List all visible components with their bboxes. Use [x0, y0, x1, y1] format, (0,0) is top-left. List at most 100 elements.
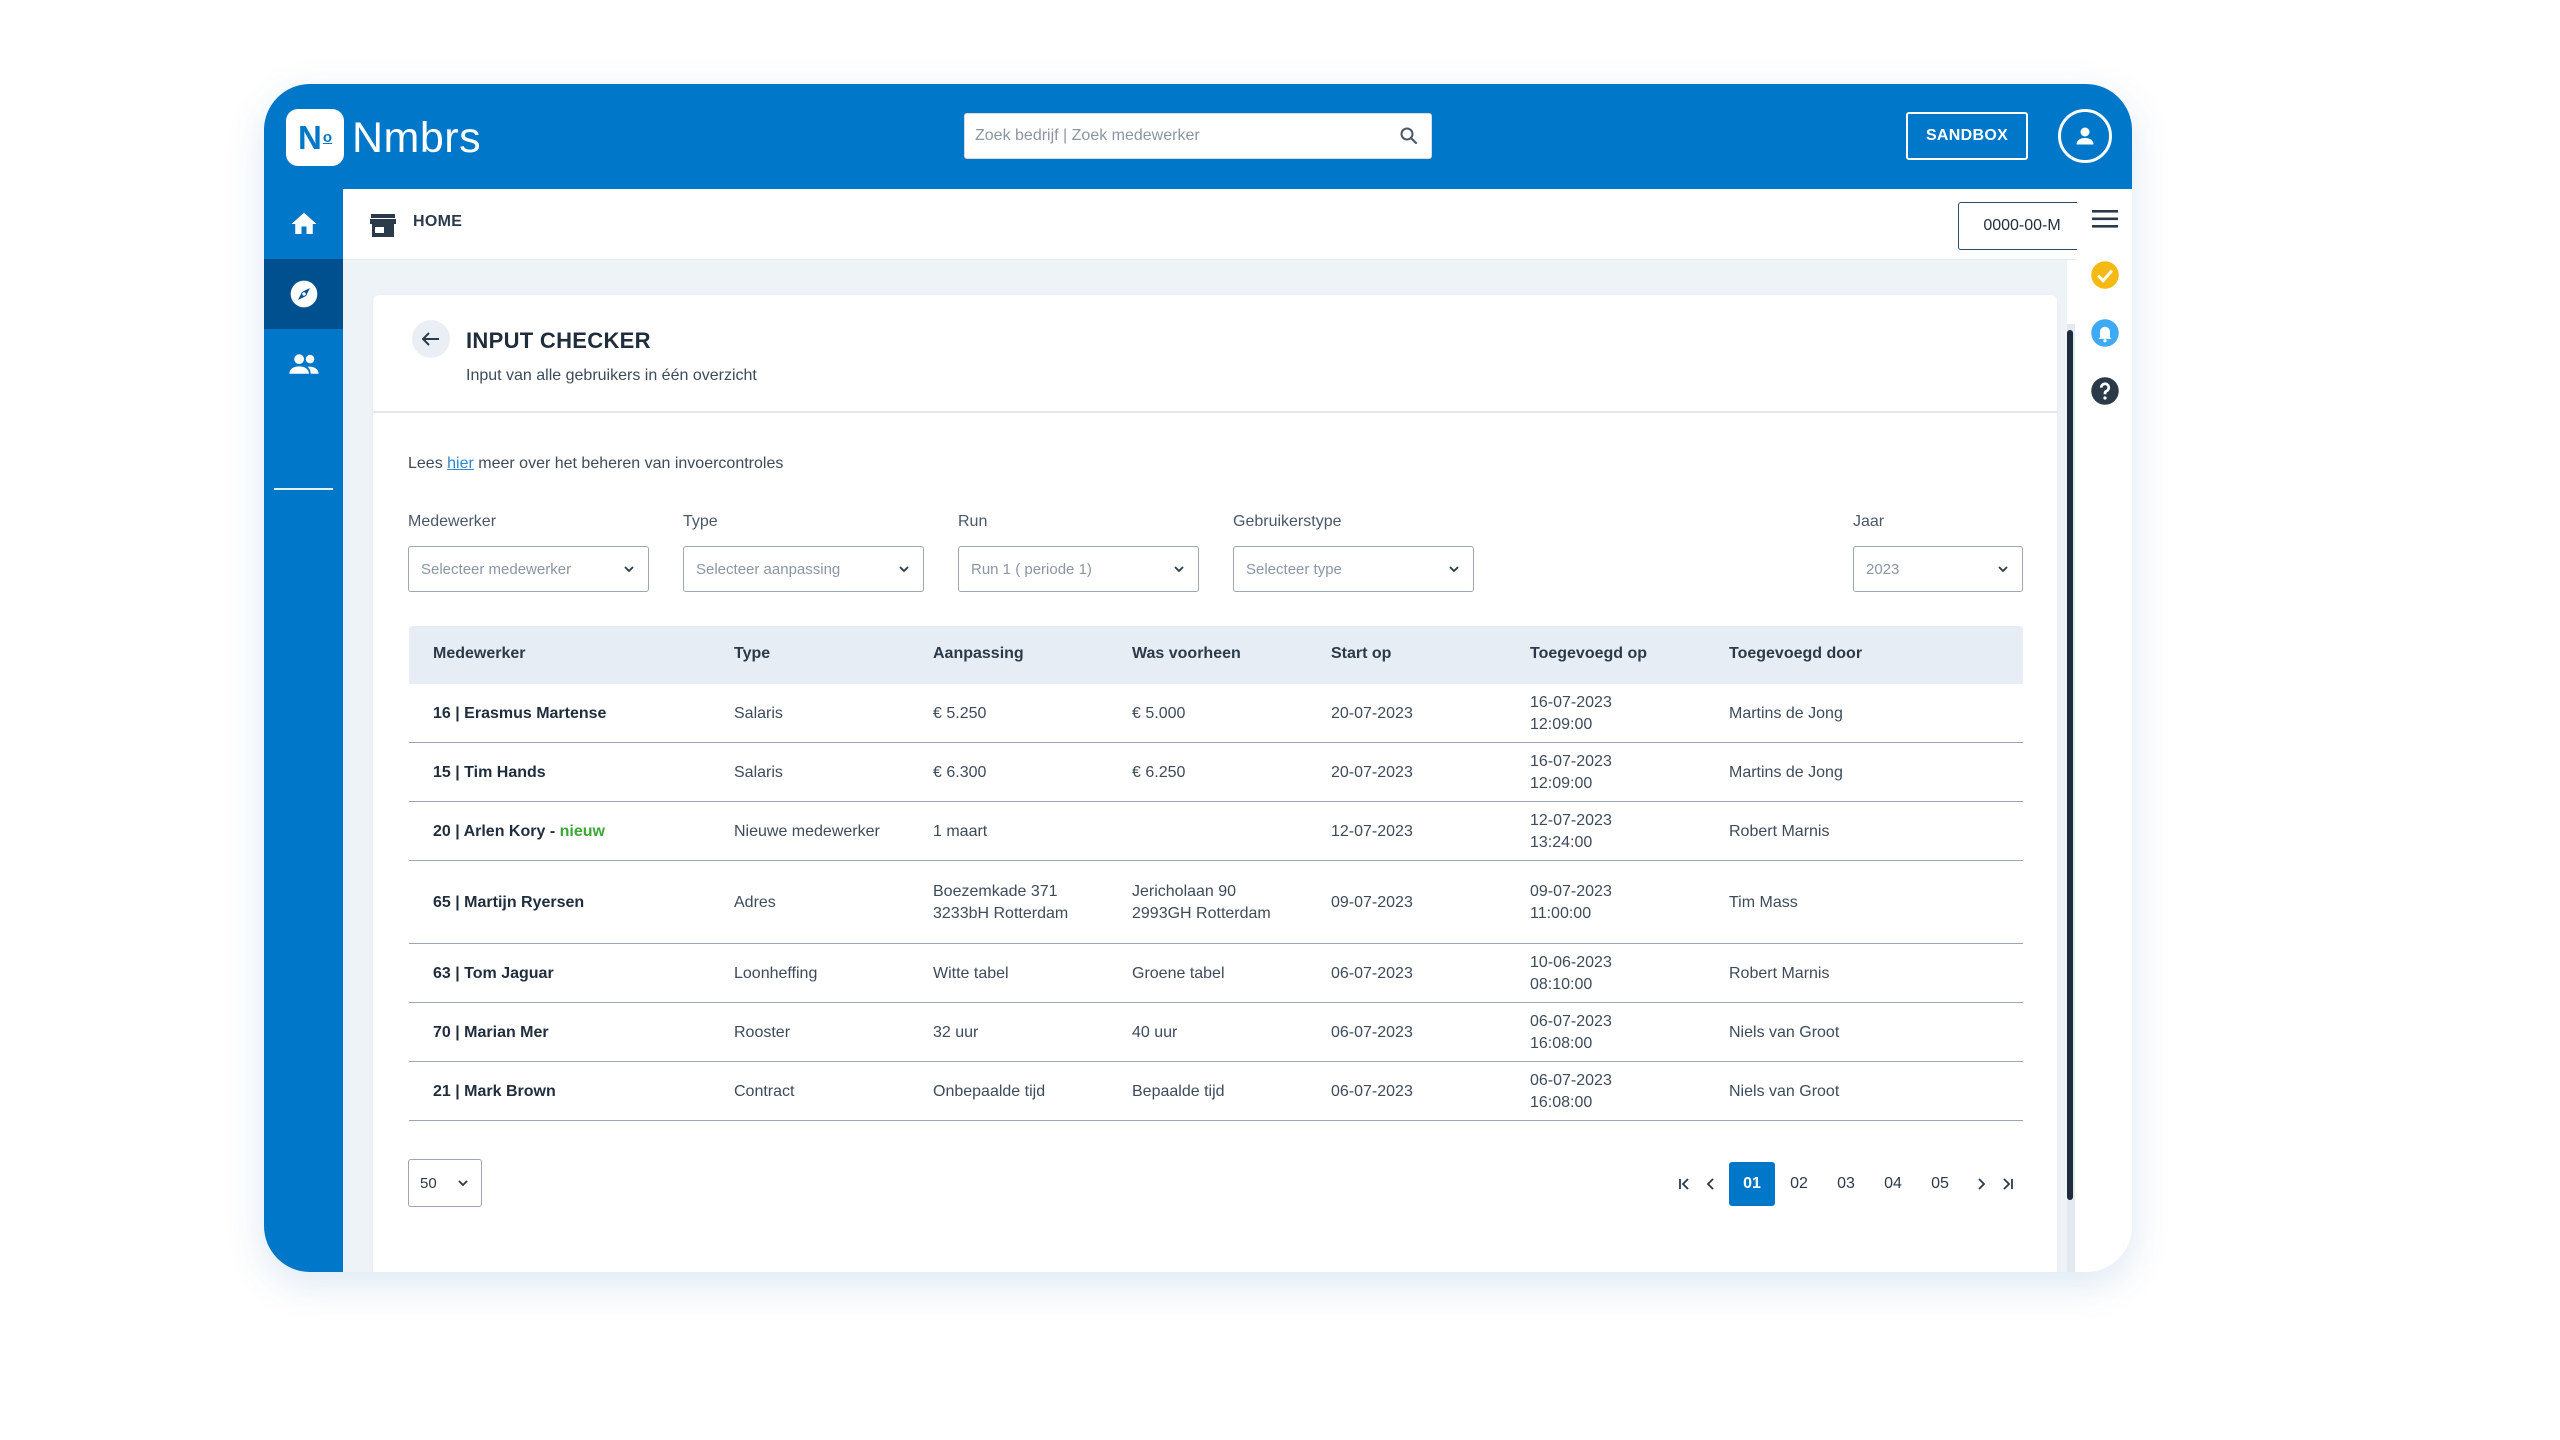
cell-line: Bepaalde tijd: [1132, 1083, 1225, 1100]
cell-added-on: 16-07-2023 12:09:00: [1530, 751, 1612, 795]
column-header[interactable]: Aanpassing: [933, 645, 1024, 663]
employee-select[interactable]: Selecteer medewerker: [408, 546, 649, 592]
page-button-02[interactable]: 02: [1776, 1162, 1822, 1206]
page-button-04[interactable]: 04: [1870, 1162, 1916, 1206]
notifications-button[interactable]: [2089, 317, 2121, 349]
table-row[interactable]: 16 | Erasmus Martense Salaris € 5.250 € 5.0…: [409, 684, 2023, 743]
tasks-button[interactable]: [2089, 259, 2121, 291]
run-select[interactable]: Run 1 ( periode 1): [958, 546, 1199, 592]
back-button[interactable]: [412, 320, 450, 358]
card-divider: [373, 411, 2057, 413]
next-page-button[interactable]: [1971, 1174, 1991, 1194]
table-row[interactable]: 15 | Tim Hands Salaris € 6.300 € 6.250 20-07…: [409, 743, 2023, 802]
help-button[interactable]: [2089, 375, 2121, 407]
cell-employee: 20 | Arlen Kory - nieuw: [433, 821, 605, 843]
cell-previous: € 5.000: [1132, 703, 1185, 725]
usertype-select[interactable]: Selecteer type: [1233, 546, 1474, 592]
cell-start: 20-07-2023: [1331, 703, 1413, 725]
cell-line: 12-07-2023: [1530, 812, 1612, 829]
cell-added-on: 16-07-2023 12:09:00: [1530, 692, 1612, 736]
search-box: [964, 113, 1432, 159]
cell-employee: 65 | Martijn Ryersen: [433, 892, 584, 914]
column-header[interactable]: Was voorheen: [1132, 645, 1241, 663]
user-icon: [2076, 127, 2094, 145]
cell-line: 16-07-2023: [1530, 753, 1612, 770]
cell-text: 15 | Tim Hands: [433, 764, 546, 781]
last-page-button[interactable]: [1997, 1174, 2017, 1194]
app-name: Nmbrs: [352, 114, 482, 162]
cell-line: € 6.300: [933, 764, 987, 781]
nav-home[interactable]: [264, 189, 343, 259]
cell-line: Groene tabel: [1132, 965, 1225, 982]
cell-text: 20-07-2023: [1331, 764, 1413, 781]
page-button-03[interactable]: 03: [1823, 1162, 1869, 1206]
nav-people[interactable]: [264, 329, 343, 399]
compass-icon: [290, 280, 317, 308]
cell-change: Witte tabel: [933, 963, 1009, 985]
cell-previous: 40 uur: [1132, 1022, 1177, 1044]
column-header[interactable]: Start op: [1331, 645, 1391, 663]
sandbox-button[interactable]: SANDBOX: [1906, 112, 2028, 160]
column-header[interactable]: Medewerker: [433, 645, 526, 663]
filter-label: Run: [958, 513, 988, 530]
column-header[interactable]: Toegevoegd door: [1729, 645, 1862, 663]
page-button-05[interactable]: 05: [1917, 1162, 1963, 1206]
cell-text: Niels van Groot: [1729, 1024, 1840, 1041]
store-icon: [370, 214, 396, 237]
cell-employee: 63 | Tom Jaguar: [433, 963, 554, 985]
nav-explore[interactable]: [264, 259, 343, 329]
cell-text: Salaris: [734, 764, 783, 781]
cell-text: Nieuwe medewerker: [734, 823, 880, 840]
cell-text: 21 | Mark Brown: [433, 1083, 556, 1100]
page-size-value: 50: [420, 1174, 437, 1192]
cell-employee: 70 | Marian Mer: [433, 1022, 549, 1044]
user-menu-button[interactable]: [2058, 109, 2112, 163]
table-row[interactable]: 21 | Mark Brown Contract Onbepaalde tijd Be…: [409, 1062, 2023, 1121]
table-row[interactable]: 63 | Tom Jaguar Loonheffing Witte tabel Gro…: [409, 944, 2023, 1003]
logo-sup: o: [322, 129, 332, 146]
breadcrumb-home[interactable]: HOME: [413, 213, 462, 231]
chevron-down-icon: [1449, 566, 1459, 573]
cell-line: € 6.250: [1132, 764, 1186, 781]
info-text: Lees hier meer over het beheren van invo…: [408, 455, 783, 473]
cell-text: 20-07-2023: [1331, 705, 1413, 722]
cell-employee: 21 | Mark Brown: [433, 1081, 556, 1103]
logo-mark[interactable]: No: [286, 109, 344, 166]
year-select[interactable]: 2023: [1853, 546, 2023, 592]
input-checker-card: INPUT CHECKER Input van alle gebruikers …: [373, 295, 2057, 1272]
page-subtitle: Input van alle gebruikers in één overzic…: [466, 367, 757, 384]
column-header[interactable]: Toegevoegd op: [1530, 645, 1647, 663]
cell-start: 20-07-2023: [1331, 762, 1413, 784]
page-size-select[interactable]: 50: [408, 1159, 482, 1207]
cell-line: 09-07-2023: [1530, 883, 1612, 900]
filter-label: Medewerker: [408, 513, 497, 530]
search-icon[interactable]: [1399, 126, 1419, 146]
search-input[interactable]: [975, 114, 1375, 158]
info-prefix: Lees: [408, 455, 448, 472]
cell-text: 12-07-2023: [1331, 823, 1413, 840]
table-row[interactable]: 65 | Martijn Ryersen Adres Boezemkade 371 3…: [409, 861, 2023, 944]
page-button-01[interactable]: 01: [1729, 1162, 1775, 1206]
cell-text: 06-07-2023: [1331, 965, 1413, 982]
type-select[interactable]: Selecteer aanpassing: [683, 546, 924, 592]
first-page-icon: [1679, 1178, 1689, 1190]
first-page-button[interactable]: [1675, 1174, 1695, 1194]
cell-line: Witte tabel: [933, 965, 1009, 982]
prev-page-button[interactable]: [1701, 1174, 1721, 1194]
cell-line: Boezemkade 371: [933, 883, 1058, 900]
table-row[interactable]: 70 | Marian Mer Rooster 32 uur 40 uur 06-07-…: [409, 1003, 2023, 1062]
table-header: Medewerker Type Aanpassing Was voorheen …: [409, 626, 2023, 684]
filter-year: Jaar 2023: [1853, 513, 2023, 592]
table-row[interactable]: 20 | Arlen Kory - nieuw Nieuwe medewerker…: [409, 802, 2023, 861]
menu-button[interactable]: [2089, 203, 2121, 235]
column-header[interactable]: Type: [734, 645, 770, 663]
cell-type: Adres: [734, 892, 776, 914]
period-button[interactable]: 0000-00-M: [1958, 202, 2086, 250]
cell-line: 10-06-2023: [1530, 954, 1612, 971]
scrollbar-thumb[interactable]: [2067, 330, 2073, 1200]
cell-added-by: Martins de Jong: [1729, 703, 1843, 725]
cell-change: Boezemkade 371 3233bH Rotterdam: [933, 881, 1068, 925]
info-suffix: meer over het beheren van invoercontrole…: [473, 455, 784, 472]
info-link[interactable]: hier: [447, 455, 474, 472]
filter-label: Gebruikerstype: [1233, 513, 1342, 530]
